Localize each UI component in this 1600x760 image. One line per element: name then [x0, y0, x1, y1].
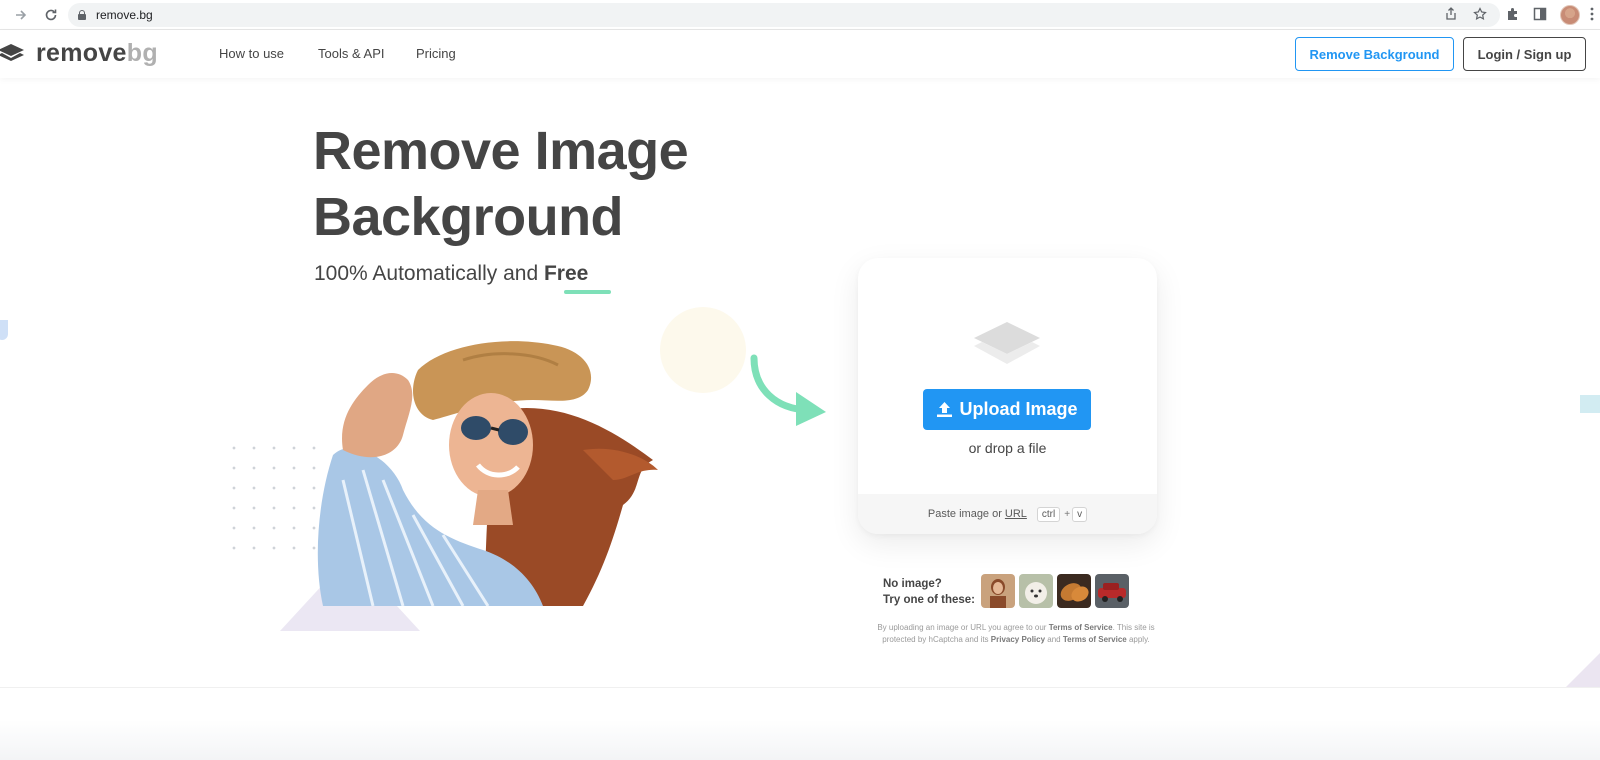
removebg-logo[interactable]: removebg: [0, 38, 158, 68]
nav-tools-api[interactable]: Tools & API: [318, 46, 384, 61]
paste-text: Paste image or: [927, 508, 1002, 520]
remove-background-button[interactable]: Remove Background: [1295, 37, 1454, 71]
kbd-ctrl: ctrl: [1036, 506, 1061, 522]
kbd-v: v: [1072, 506, 1088, 522]
nav-pricing[interactable]: Pricing: [416, 46, 456, 61]
decorative-dot-grid: [224, 438, 320, 562]
site-header: removebg How to use Tools & API Pricing …: [0, 30, 1600, 78]
sample-thumb-dog[interactable]: [1019, 574, 1053, 608]
curved-arrow-icon: [746, 354, 828, 434]
share-icon[interactable]: [1444, 7, 1458, 24]
logo-layers-icon: [0, 40, 26, 66]
extensions-puzzle-icon[interactable]: [1506, 7, 1520, 24]
hero-woman-photo: [313, 340, 671, 606]
sample-thumb-car[interactable]: [1095, 574, 1129, 608]
free-highlight: Free: [543, 262, 589, 285]
layers-icon: [972, 318, 1042, 368]
hero-title-line2: Background: [313, 187, 624, 247]
terms-link-2[interactable]: Terms of Service: [1063, 635, 1127, 644]
address-bar[interactable]: remove.bg: [68, 3, 1500, 27]
forward-arrow-icon[interactable]: [14, 8, 28, 22]
section-divider: [0, 687, 1600, 688]
hero-title: Remove Image Background: [313, 118, 793, 250]
sample-thumb-bread[interactable]: [1057, 574, 1091, 608]
next-section-edge: [0, 720, 1600, 760]
browser-toolbar: remove.bg: [0, 0, 1600, 30]
paste-bar: Paste image or URL ctrl + v: [858, 494, 1157, 534]
star-icon[interactable]: [1473, 7, 1487, 24]
nav-how-to-use[interactable]: How to use: [219, 46, 284, 61]
decorative-shape: [0, 320, 8, 340]
decorative-shape: [1580, 395, 1600, 413]
upload-image-label: Upload Image: [959, 399, 1078, 419]
logo-wordmark: removebg: [36, 38, 158, 67]
url-link[interactable]: URL: [1005, 508, 1027, 520]
side-panel-icon[interactable]: [1533, 7, 1547, 24]
kbd-plus: +: [1064, 508, 1071, 520]
legal-notice: By uploading an image or URL you agree t…: [877, 623, 1155, 644]
hero-subtitle: 100% Automatically and Free: [314, 262, 589, 285]
free-underline: [564, 290, 611, 294]
login-signup-button[interactable]: Login / Sign up: [1463, 37, 1586, 71]
drop-file-text: or drop a file: [968, 440, 1047, 456]
decorative-triangle: [1565, 652, 1600, 688]
hero-title-line1: Remove Image: [313, 121, 689, 181]
upload-arrow-icon: [936, 401, 953, 418]
address-url[interactable]: remove.bg: [96, 8, 153, 22]
more-menu-icon[interactable]: [1590, 7, 1594, 24]
upload-image-button[interactable]: Upload Image: [923, 389, 1091, 430]
terms-link[interactable]: Terms of Service: [1049, 623, 1113, 632]
sample-prompt: No image? Try one of these:: [883, 578, 976, 606]
sample-thumb-woman[interactable]: [981, 574, 1015, 608]
decorative-circle: [660, 307, 746, 393]
lock-icon[interactable]: [78, 10, 86, 20]
upload-card[interactable]: Upload Image or drop a file Paste image …: [858, 258, 1157, 534]
reload-icon[interactable]: [44, 8, 58, 22]
privacy-link[interactable]: Privacy Policy: [991, 635, 1045, 644]
profile-avatar[interactable]: [1560, 5, 1580, 25]
